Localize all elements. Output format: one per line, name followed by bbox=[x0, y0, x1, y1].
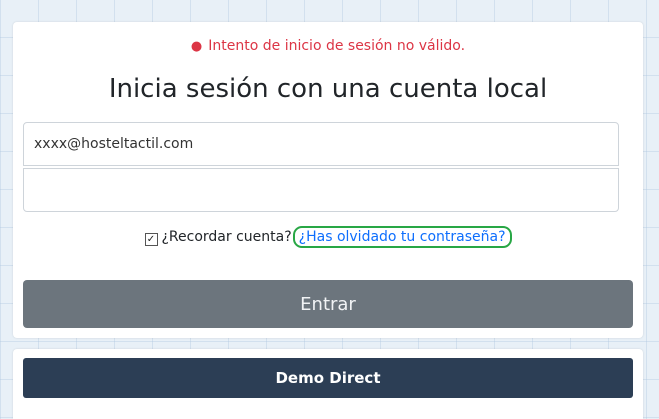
login-title: Inicia sesión con una cuenta local bbox=[108, 74, 548, 104]
login-card: ● Intento de inicio de sesión no válido. … bbox=[13, 22, 643, 338]
remember-checkbox[interactable]: ✓ bbox=[144, 233, 158, 246]
demo-card: Demo Direct bbox=[13, 349, 643, 419]
error-message: ● Intento de inicio de sesión no válido. bbox=[13, 38, 643, 54]
forgot-password-link[interactable]: ¿Has olvidado tu contraseña? bbox=[292, 226, 512, 248]
bullet-icon: ● bbox=[190, 39, 203, 54]
demo-direct-button[interactable]: Demo Direct bbox=[23, 358, 633, 398]
remember-label: ¿Recordar cuenta? bbox=[161, 229, 292, 245]
login-button[interactable]: Entrar bbox=[23, 280, 633, 328]
email-field[interactable] bbox=[23, 122, 619, 166]
error-text: Intento de inicio de sesión no válido. bbox=[208, 38, 466, 54]
remember-row: ✓ ¿Recordar cuenta? ¿Has olvidado tu contr… bbox=[13, 226, 643, 248]
password-field[interactable] bbox=[23, 168, 619, 212]
